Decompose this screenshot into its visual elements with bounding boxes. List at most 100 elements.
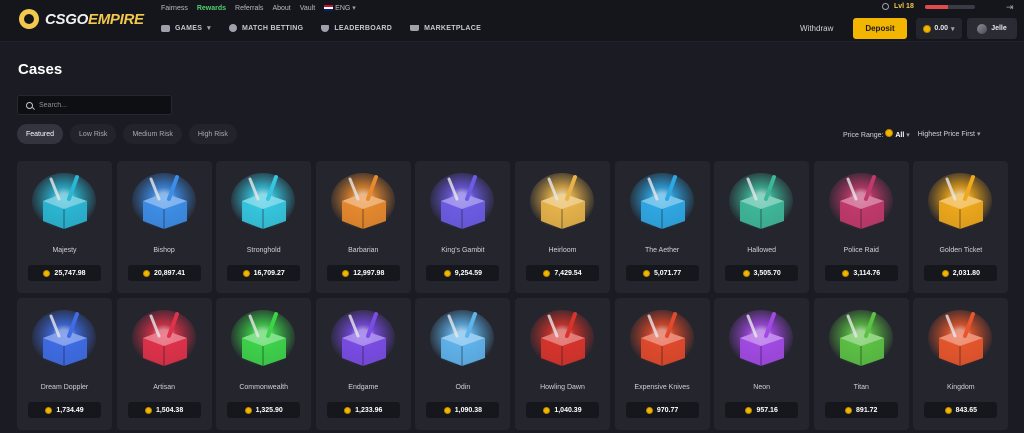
avatar xyxy=(977,23,988,34)
case-card[interactable]: Endgame 1,233.96 xyxy=(315,298,411,430)
withdraw-button[interactable]: Withdraw xyxy=(800,24,833,33)
about-link[interactable]: About xyxy=(272,5,290,12)
price-range-value: All xyxy=(895,132,905,139)
case-price-value: 20,897.41 xyxy=(154,269,186,277)
filter-chip-low-risk[interactable]: Low Risk xyxy=(70,124,117,144)
filter-chip-high-risk[interactable]: High Risk xyxy=(188,124,237,144)
balance-display[interactable]: 0.00 ▾ xyxy=(916,18,962,39)
case-name: Expensive Knives xyxy=(634,384,690,391)
case-card[interactable]: Expensive Knives 970.77 xyxy=(614,298,710,430)
rewards-link[interactable]: Rewards xyxy=(197,5,226,12)
logout-icon[interactable]: ⇥ xyxy=(1006,2,1014,13)
nav-marketplace[interactable]: MARKETPLACE xyxy=(410,24,481,32)
case-price: 12,997.98 xyxy=(326,265,400,281)
nav-games[interactable]: GAMES ▾ xyxy=(161,24,211,32)
chevron-down-icon: ▾ xyxy=(906,132,910,139)
case-card[interactable]: King's Gambit 9,254.59 xyxy=(415,161,511,293)
username: Jelle xyxy=(991,25,1007,32)
fairness-link[interactable]: Fairness xyxy=(161,5,188,12)
case-card[interactable]: Golden Ticket 2,031.80 xyxy=(913,161,1009,293)
case-chest-icon xyxy=(131,173,196,229)
chevron-down-icon: ▾ xyxy=(352,5,356,12)
case-chest-icon xyxy=(330,173,395,229)
coin-icon xyxy=(842,269,850,277)
case-card[interactable]: Bishop 20,897.41 xyxy=(116,161,212,293)
brand-name: CSGOEMPIRE xyxy=(45,11,144,28)
case-price: 891.72 xyxy=(824,402,898,418)
coin-icon xyxy=(885,129,894,137)
case-price-value: 16,709.27 xyxy=(253,269,285,277)
nav-leaderboard[interactable]: LEADERBOARD xyxy=(321,24,392,32)
case-card[interactable]: Titan 891.72 xyxy=(813,298,909,430)
case-name: Kingdom xyxy=(947,384,975,391)
deposit-button[interactable]: Deposit xyxy=(853,18,907,39)
case-name: Dream Doppler xyxy=(40,384,89,391)
case-card[interactable]: Commonwealth 1,325.90 xyxy=(216,298,312,430)
filter-chip-featured[interactable]: Featured xyxy=(17,124,64,144)
case-price-value: 843.65 xyxy=(955,406,978,414)
case-card[interactable]: Kingdom 843.65 xyxy=(913,298,1009,430)
top-bar: CSGOEMPIRE Fairness Rewards Referrals Ab… xyxy=(0,0,1024,42)
case-card[interactable]: Police Raid 3,114.76 xyxy=(813,161,909,293)
vault-link[interactable]: Vault xyxy=(300,5,315,12)
referrals-link[interactable]: Referrals xyxy=(235,5,263,12)
cart-icon xyxy=(410,25,420,31)
case-card[interactable]: Dream Doppler 1,734.49 xyxy=(17,298,112,430)
case-card[interactable]: The Aether 5,071.77 xyxy=(614,161,710,293)
case-price-value: 1,504.38 xyxy=(155,406,184,414)
case-price: 1,734.49 xyxy=(28,402,101,418)
case-price: 5,071.77 xyxy=(625,265,699,281)
nav-match-betting-label: MATCH BETTING xyxy=(242,24,304,32)
case-price: 1,040.39 xyxy=(525,402,599,418)
coin-icon xyxy=(443,406,451,414)
search-box[interactable] xyxy=(17,95,172,115)
case-card[interactable]: Neon 957.16 xyxy=(714,298,810,430)
case-card[interactable]: Heirloom 7,429.54 xyxy=(514,161,610,293)
search-input[interactable] xyxy=(39,101,169,109)
case-card[interactable]: Odin 1,090.38 xyxy=(415,298,511,430)
case-chest-icon xyxy=(330,310,395,366)
coin-icon xyxy=(923,24,932,33)
coin-icon xyxy=(342,269,350,277)
brand-logo[interactable]: CSGOEMPIRE xyxy=(19,8,144,30)
nav-games-label: GAMES xyxy=(175,24,203,32)
case-card[interactable]: Majesty 25,747.98 xyxy=(17,161,112,293)
case-card[interactable]: Stronghold 16,709.27 xyxy=(216,161,312,293)
case-name: Howling Dawn xyxy=(540,384,585,391)
sort-dropdown[interactable]: Highest Price First ▾ xyxy=(918,130,981,138)
case-card[interactable]: Artisan 1,504.38 xyxy=(116,298,212,430)
level-icon xyxy=(882,3,889,10)
case-card[interactable]: Hallowed 3,505.70 xyxy=(714,161,810,293)
coin-icon xyxy=(543,269,551,277)
level-indicator[interactable]: Lvl 18 xyxy=(882,3,914,10)
case-card[interactable]: Howling Dawn 1,040.39 xyxy=(514,298,610,430)
case-chest-icon xyxy=(231,310,296,366)
logo-icon xyxy=(19,9,39,29)
page-title: Cases xyxy=(18,61,63,78)
case-price-value: 25,747.98 xyxy=(54,269,86,277)
case-price: 843.65 xyxy=(924,402,998,418)
case-name: Majesty xyxy=(52,247,77,254)
case-price: 3,505.70 xyxy=(725,265,799,281)
case-price: 1,233.96 xyxy=(326,402,400,418)
case-price-value: 957.16 xyxy=(756,406,778,414)
filter-chip-medium-risk[interactable]: Medium Risk xyxy=(123,124,182,144)
case-name: Hallowed xyxy=(747,247,777,254)
nav-leaderboard-label: LEADERBOARD xyxy=(334,24,393,32)
case-chest-icon xyxy=(32,310,96,366)
nav-match-betting[interactable]: MATCH BETTING xyxy=(229,24,303,32)
user-menu[interactable]: Jelle xyxy=(967,18,1017,39)
case-price: 3,114.76 xyxy=(824,265,898,281)
case-card[interactable]: Barbarian 12,997.98 xyxy=(315,161,411,293)
price-range-dropdown[interactable]: Price Range: All ▾ xyxy=(843,129,910,139)
nav-marketplace-label: MARKETPLACE xyxy=(424,24,482,32)
case-chest-icon xyxy=(430,173,495,229)
language-selector[interactable]: ENG ▾ xyxy=(324,4,356,12)
coin-icon xyxy=(443,269,451,277)
case-name: Odin xyxy=(455,384,471,391)
case-price: 16,709.27 xyxy=(227,265,301,281)
case-price: 1,504.38 xyxy=(127,402,201,418)
globe-icon xyxy=(229,24,237,32)
case-price-value: 3,505.70 xyxy=(753,269,781,277)
chevron-down-icon: ▾ xyxy=(976,131,981,138)
